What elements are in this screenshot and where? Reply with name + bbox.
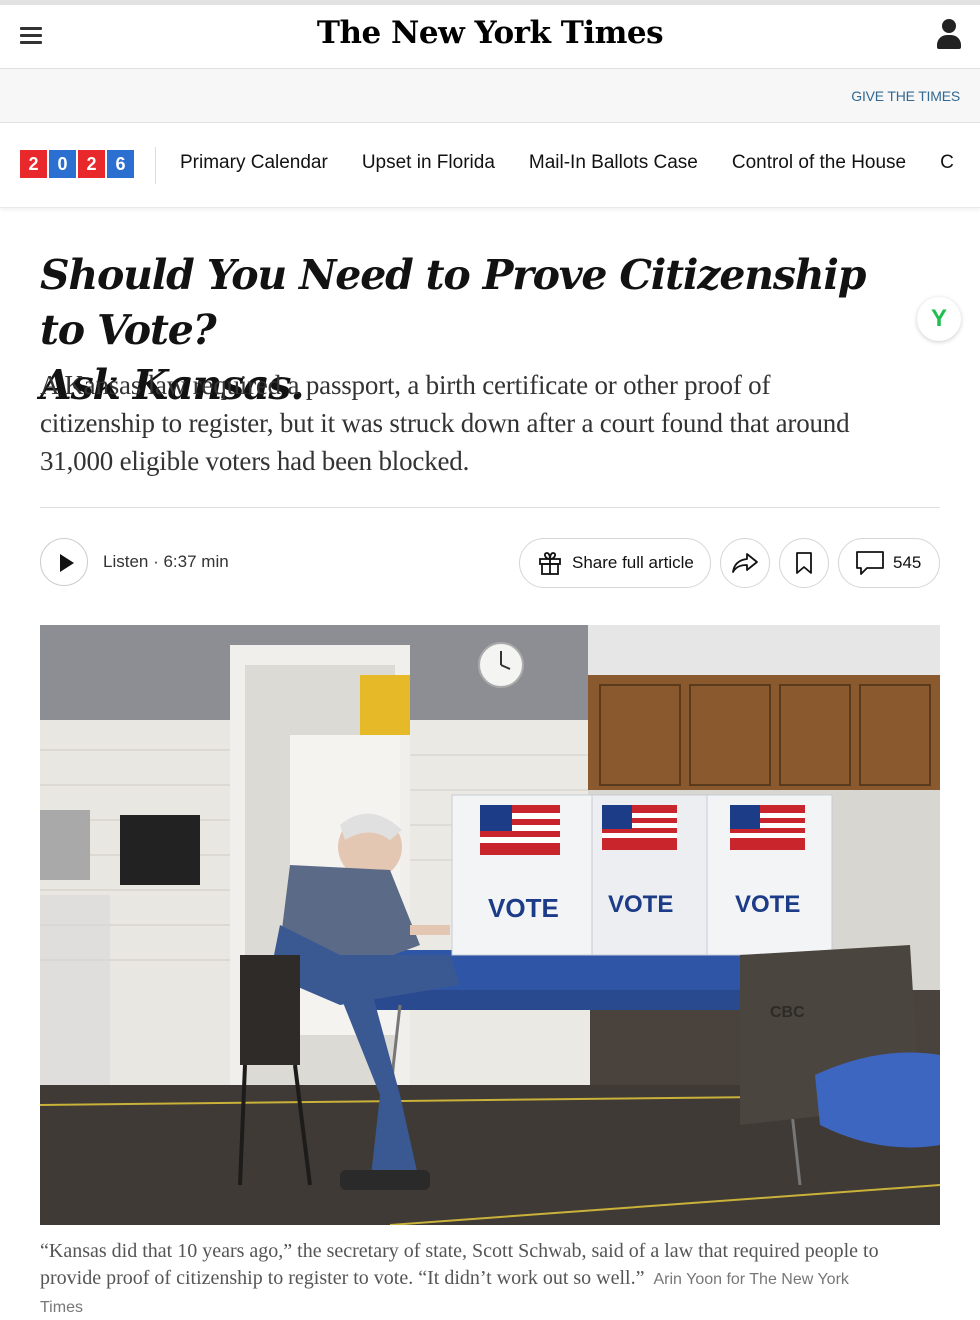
comment-icon [856, 551, 884, 575]
share-label: Share full article [572, 553, 694, 572]
headline-line-1: Should You Need to Prove Citizenship to … [40, 251, 866, 354]
comments-button[interactable]: 545 [838, 538, 940, 588]
section-nav: 2 0 2 6 Primary Calendar Upset in Florid… [0, 123, 980, 208]
nyt-logo[interactable]: The New York Times [0, 15, 980, 51]
nav-items: Primary Calendar Upset in Florida Mail-I… [180, 152, 980, 174]
masthead-bar: The New York Times [0, 0, 980, 69]
nav-item-truncated[interactable]: C [940, 152, 954, 174]
photo-caption: “Kansas did that 10 years ago,” the secr… [40, 1238, 880, 1320]
listen-label[interactable]: Listen · 6:37 min [103, 552, 229, 572]
badge-digit: 6 [107, 150, 134, 178]
chair-label: CBC [770, 1004, 805, 1021]
badge-digit: 2 [20, 150, 47, 178]
article-summary: A Kansas law required a passport, a birt… [40, 370, 850, 476]
share-full-article-button[interactable]: Share full article [519, 538, 711, 588]
y-badge-button[interactable]: Y [917, 297, 961, 341]
booth-label: VOTE [608, 891, 673, 918]
save-button[interactable] [779, 538, 829, 588]
badge-digit: 2 [78, 150, 105, 178]
booth-label: VOTE [735, 891, 800, 918]
give-the-times-link[interactable]: GIVE THE TIMES [851, 88, 960, 104]
bookmark-icon [796, 552, 812, 574]
nav-item-primary-calendar[interactable]: Primary Calendar [180, 152, 328, 174]
article-photo: VOTE VOTE VOTE CBC [40, 625, 940, 1225]
nav-item-control-house[interactable]: Control of the House [732, 152, 906, 174]
nav-item-upset-florida[interactable]: Upset in Florida [362, 152, 495, 174]
account-button[interactable] [936, 19, 962, 51]
nav-divider [155, 147, 156, 184]
share-arrow-icon [732, 553, 758, 573]
person-icon [942, 19, 956, 33]
election-2026-badge[interactable]: 2 0 2 6 [20, 150, 134, 178]
divider [40, 507, 940, 508]
listen-play-button[interactable] [40, 538, 88, 586]
nav-item-mail-in-ballots[interactable]: Mail-In Ballots Case [529, 152, 698, 174]
gift-icon [539, 552, 561, 575]
flag-icon [480, 805, 560, 855]
badge-digit: 0 [49, 150, 76, 178]
comments-count: 545 [893, 553, 922, 572]
booth-label: VOTE [488, 893, 559, 923]
share-button[interactable] [720, 538, 770, 588]
subscription-bar: GIVE THE TIMES [0, 69, 980, 123]
play-icon [60, 554, 74, 572]
